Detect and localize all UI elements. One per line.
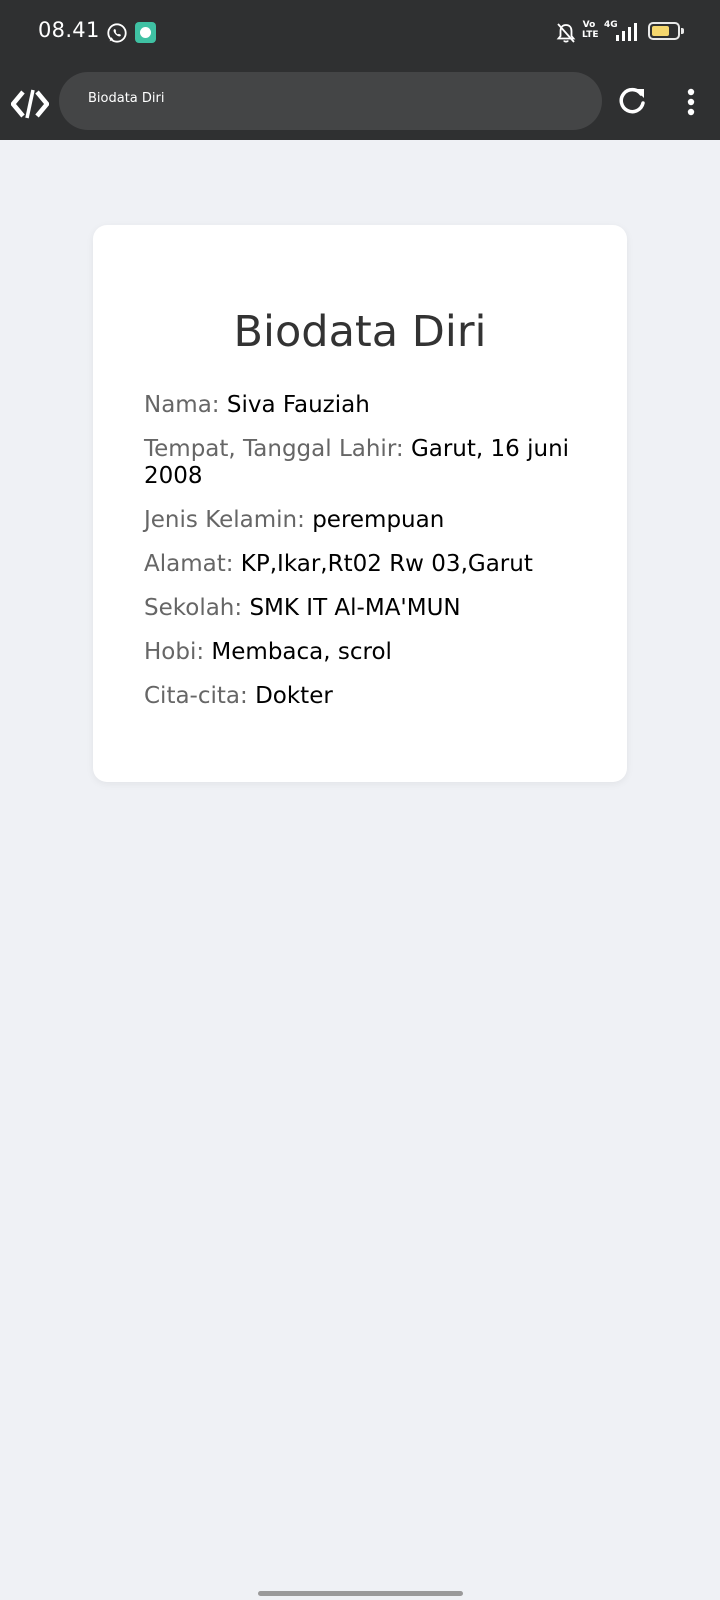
biodata-label: Alamat: [144,551,234,577]
biodata-value: Siva Fauziah [226,392,370,418]
status-bar: 08.41 Vo LTE 4G [0,0,720,70]
biodata-row-cita-cita: Cita-cita: Dokter [144,683,574,710]
bell-off-icon [556,23,576,43]
battery-icon [648,22,684,40]
biodata-list: Nama: Siva Fauziah Tempat, Tanggal Lahir… [144,392,574,727]
biodata-row-hobi: Hobi: Membaca, scrol [144,639,574,666]
biodata-card: Biodata Diri Nama: Siva Fauziah Tempat, … [93,225,627,782]
browser-toolbar: Biodata Diri [0,70,720,140]
biodata-value: Dokter [255,683,333,709]
biodata-value: SMK IT Al-MA'MUN [249,595,461,621]
biodata-value: KP,Ikar,Rt02 Rw 03,Garut [240,551,533,577]
more-options-icon[interactable] [678,87,704,117]
biodata-label: Jenis Kelamin: [144,507,305,533]
biodata-row-alamat: Alamat: KP,Ikar,Rt02 Rw 03,Garut [144,551,574,578]
whatsapp-icon [107,23,127,43]
status-time: 08.41 [38,18,100,42]
biodata-row-nama: Nama: Siva Fauziah [144,392,574,419]
address-bar[interactable]: Biodata Diri [59,72,602,130]
biodata-row-jenis-kelamin: Jenis Kelamin: perempuan [144,507,574,534]
biodata-label: Cita-cita: [144,683,248,709]
biodata-label: Nama: [144,392,220,418]
biodata-label: Tempat, Tanggal Lahir: [144,436,404,462]
address-text[interactable]: Biodata Diri [88,91,164,106]
biodata-row-sekolah: Sekolah: SMK IT Al-MA'MUN [144,595,574,622]
biodata-label: Hobi: [144,639,205,665]
code-logo-icon[interactable] [11,87,49,121]
chat-app-icon [135,22,156,43]
biodata-value: Membaca, scrol [211,639,392,665]
biodata-value: perempuan [312,507,445,533]
card-title: Biodata Diri [233,307,487,357]
biodata-row-ttl: Tempat, Tanggal Lahir: Garut, 16 juni 20… [144,436,574,490]
biodata-label: Sekolah: [144,595,243,621]
volte-indicator: Vo LTE [582,20,599,40]
signal-strength-icon [616,23,637,41]
reload-icon[interactable] [616,84,648,118]
gesture-nav-handle[interactable] [258,1591,463,1596]
